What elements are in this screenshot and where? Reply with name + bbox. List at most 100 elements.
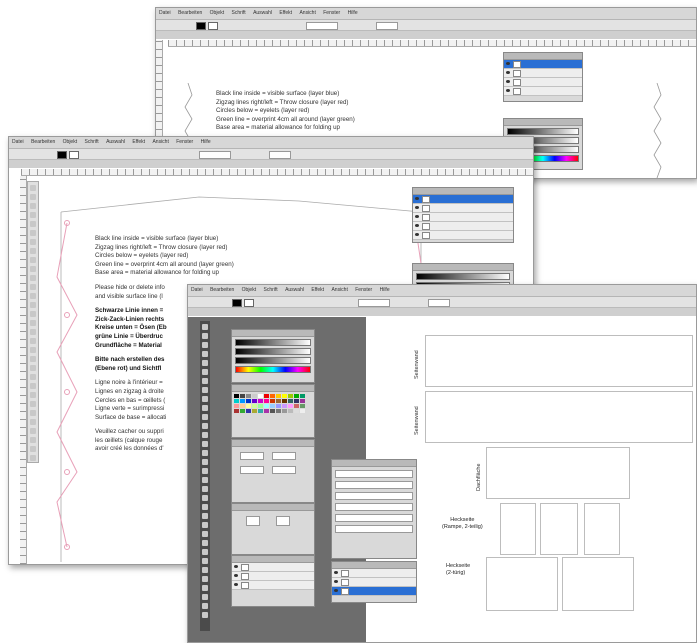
panel-field[interactable] [335, 503, 413, 511]
tool-icon[interactable] [30, 293, 36, 299]
opacity-field[interactable] [428, 299, 450, 307]
align-button[interactable] [276, 516, 290, 526]
tool-icon[interactable] [202, 378, 208, 384]
menu-item[interactable]: Effekt [279, 8, 292, 19]
tool-icon[interactable] [30, 338, 36, 344]
tool-icon[interactable] [202, 504, 208, 510]
menu-item[interactable]: Bearbeiten [178, 8, 202, 19]
tool-icon[interactable] [30, 455, 36, 461]
eye-icon[interactable] [334, 571, 338, 574]
tool-icon[interactable] [202, 423, 208, 429]
x-field[interactable] [240, 452, 264, 460]
tool-icon[interactable] [30, 320, 36, 326]
tool-icon[interactable] [202, 558, 208, 564]
eye-icon[interactable] [234, 583, 238, 586]
menu-item[interactable]: Effekt [311, 285, 324, 296]
tool-icon[interactable] [202, 531, 208, 537]
layer-row[interactable] [332, 587, 416, 596]
tool-icon[interactable] [30, 185, 36, 191]
tool-icon[interactable] [30, 401, 36, 407]
layer-row[interactable] [332, 569, 416, 578]
tool-icon[interactable] [30, 284, 36, 290]
tool-icon[interactable] [202, 369, 208, 375]
tool-icon[interactable] [202, 585, 208, 591]
menu-item[interactable]: Datei [191, 285, 203, 296]
tool-icon[interactable] [202, 405, 208, 411]
eye-icon[interactable] [506, 62, 510, 65]
layer-row[interactable] [413, 195, 513, 204]
tool-icon[interactable] [202, 513, 208, 519]
stroke-swatch[interactable] [69, 151, 79, 159]
tool-icon[interactable] [202, 594, 208, 600]
menu-item[interactable]: Schrift [232, 8, 246, 19]
tool-icon[interactable] [30, 248, 36, 254]
layer-row[interactable] [504, 87, 582, 96]
tool-icon[interactable] [30, 275, 36, 281]
layer-row[interactable] [504, 69, 582, 78]
menu-item[interactable]: Objekt [242, 285, 256, 296]
tool-icon[interactable] [30, 374, 36, 380]
opacity-field[interactable] [269, 151, 291, 159]
fill-swatch[interactable] [196, 22, 206, 30]
tool-icon[interactable] [202, 477, 208, 483]
menu-item[interactable]: Auswahl [285, 285, 304, 296]
tool-icon[interactable] [202, 450, 208, 456]
layer-row[interactable] [332, 578, 416, 587]
menu-item[interactable]: Datei [159, 8, 171, 19]
tool-icon[interactable] [30, 410, 36, 416]
y-field[interactable] [272, 452, 296, 460]
tool-icon[interactable] [30, 203, 36, 209]
layer-row[interactable] [413, 204, 513, 213]
tool-icon[interactable] [30, 356, 36, 362]
menu-item[interactable]: Fenster [176, 137, 193, 148]
tool-icon[interactable] [202, 387, 208, 393]
fill-swatch[interactable] [232, 299, 242, 307]
panel-slider[interactable] [416, 273, 510, 280]
tool-icon[interactable] [202, 576, 208, 582]
layer-row[interactable] [504, 78, 582, 87]
menu-item[interactable]: Hilfe [348, 8, 358, 19]
eye-icon[interactable] [415, 215, 419, 218]
tool-icon[interactable] [202, 540, 208, 546]
tool-icon[interactable] [202, 468, 208, 474]
tool-icon[interactable] [30, 311, 36, 317]
menu-item[interactable]: Hilfe [201, 137, 211, 148]
tool-icon[interactable] [30, 212, 36, 218]
tool-icon[interactable] [202, 351, 208, 357]
layer-row[interactable] [413, 222, 513, 231]
menu-item[interactable]: Auswahl [106, 137, 125, 148]
color-slider[interactable] [235, 339, 311, 346]
fill-swatch[interactable] [57, 151, 67, 159]
eye-icon[interactable] [334, 580, 338, 583]
tool-icon[interactable] [202, 486, 208, 492]
tool-icon[interactable] [202, 522, 208, 528]
tool-icon[interactable] [202, 414, 208, 420]
menu-item[interactable]: Objekt [210, 8, 224, 19]
stroke-swatch[interactable] [208, 22, 218, 30]
tool-icon[interactable] [202, 459, 208, 465]
tool-icon[interactable] [30, 302, 36, 308]
eye-icon[interactable] [506, 71, 510, 74]
tool-icon[interactable] [30, 419, 36, 425]
tool-icon[interactable] [30, 230, 36, 236]
color-slider[interactable] [235, 357, 311, 364]
menu-item[interactable]: Bearbeiten [31, 137, 55, 148]
menu-item[interactable]: Fenster [323, 8, 340, 19]
tool-icon[interactable] [30, 194, 36, 200]
eye-icon[interactable] [234, 574, 238, 577]
menu-item[interactable]: Datei [12, 137, 24, 148]
tool-icon[interactable] [202, 567, 208, 573]
tool-icon[interactable] [30, 392, 36, 398]
panel-field[interactable] [335, 525, 413, 533]
menu-item[interactable]: Ansicht [331, 285, 347, 296]
eye-icon[interactable] [506, 80, 510, 83]
eye-icon[interactable] [415, 197, 419, 200]
tool-icon[interactable] [202, 342, 208, 348]
tool-icon[interactable] [30, 266, 36, 272]
eye-icon[interactable] [415, 224, 419, 227]
panel-field[interactable] [335, 514, 413, 522]
menu-item[interactable]: Ansicht [299, 8, 315, 19]
menu-item[interactable]: Effekt [132, 137, 145, 148]
tool-icon[interactable] [202, 603, 208, 609]
panel-field[interactable] [335, 470, 413, 478]
